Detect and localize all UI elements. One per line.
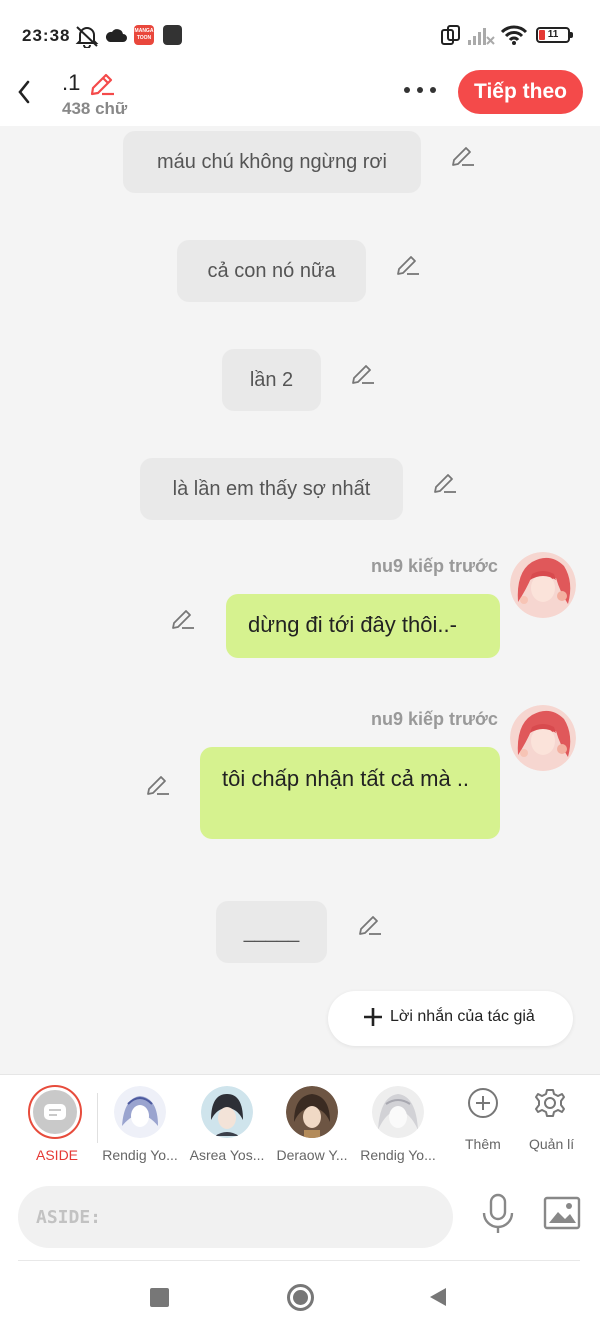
narration-bubble[interactable]: _____ xyxy=(216,901,327,963)
app-icon xyxy=(163,25,182,45)
narration-bubble[interactable]: là lần em thấy sợ nhất xyxy=(140,458,403,520)
system-nav-bar xyxy=(0,1262,600,1333)
plus-icon xyxy=(364,1008,382,1026)
add-character-icon[interactable] xyxy=(467,1087,499,1119)
aside-label: ASIDE xyxy=(36,1147,79,1163)
status-time: 23:38 xyxy=(22,26,71,45)
narration-bubble[interactable]: máu chú không ngừng rơi xyxy=(123,131,421,193)
character-avatar[interactable] xyxy=(201,1086,253,1138)
edit-title-pencil-icon[interactable] xyxy=(88,70,116,98)
narration-bubble[interactable]: lần 2 xyxy=(222,349,321,411)
top-nav: .1 438 chữ Tiếp theo xyxy=(0,70,600,126)
character-name: Deraow Y... xyxy=(276,1147,348,1163)
microphone-icon[interactable] xyxy=(478,1192,518,1236)
aside-character-button[interactable] xyxy=(28,1085,82,1139)
character-avatar[interactable] xyxy=(510,705,576,771)
character-name: Asrea Yos... xyxy=(189,1147,265,1163)
message-input[interactable] xyxy=(18,1186,453,1248)
sender-name: nu9 kiếp trước xyxy=(371,556,498,576)
chat-area[interactable]: máu chú không ngừng rơi cả con nó nữa lầ… xyxy=(0,126,600,1074)
wifi-icon xyxy=(500,25,528,45)
character-avatar[interactable] xyxy=(372,1086,424,1138)
cloud-icon xyxy=(105,29,127,42)
mangatoon-app-icon: MANGA TOON xyxy=(134,25,154,45)
edit-pencil-icon[interactable] xyxy=(170,606,196,632)
character-bubble[interactable]: dừng đi tới đây thôi..- xyxy=(226,594,500,658)
manage-label[interactable]: Quản lí xyxy=(529,1136,574,1152)
bell-muted-icon xyxy=(75,26,99,48)
edit-pencil-icon[interactable] xyxy=(357,912,383,938)
battery-icon: 11 xyxy=(536,27,573,43)
recents-button[interactable] xyxy=(150,1288,169,1307)
narration-bubble[interactable]: cả con nó nữa xyxy=(177,240,366,302)
next-button[interactable]: Tiếp theo xyxy=(458,70,583,114)
author-note-button[interactable]: Lời nhắn của tác giả xyxy=(328,991,573,1046)
character-bubble[interactable]: tôi chấp nhận tất cả mà .. xyxy=(200,747,500,839)
divider xyxy=(18,1260,580,1261)
character-name: Rendig Yo... xyxy=(360,1147,436,1163)
signal-icon xyxy=(468,28,495,45)
system-back-icon[interactable] xyxy=(428,1286,448,1308)
more-options-icon[interactable] xyxy=(400,78,440,102)
edit-pencil-icon[interactable] xyxy=(450,143,476,169)
character-bar: ASIDE Rendig Yo... Asrea Yos... Deraow Y… xyxy=(0,1074,600,1172)
home-button[interactable] xyxy=(287,1284,314,1311)
image-icon[interactable] xyxy=(543,1196,581,1230)
status-bar: 23:38 MANGA TOON 11 xyxy=(0,0,600,70)
back-arrow-icon[interactable] xyxy=(12,74,38,104)
author-note-label: Lời nhắn của tác giả xyxy=(390,1008,535,1025)
edit-pencil-icon[interactable] xyxy=(395,252,421,278)
add-character-label[interactable]: Thêm xyxy=(465,1136,501,1152)
chapter-title: .1 xyxy=(62,70,81,95)
chat-bubble-icon xyxy=(44,1104,66,1120)
gear-icon[interactable] xyxy=(534,1087,566,1119)
input-bar xyxy=(0,1172,600,1262)
sim-icon xyxy=(441,25,460,45)
edit-pencil-icon[interactable] xyxy=(432,470,458,496)
character-avatar[interactable] xyxy=(114,1086,166,1138)
edit-pencil-icon[interactable] xyxy=(350,361,376,387)
character-avatar[interactable] xyxy=(510,552,576,618)
divider xyxy=(97,1093,98,1143)
edit-pencil-icon[interactable] xyxy=(145,772,171,798)
character-name: Rendig Yo... xyxy=(102,1147,178,1163)
word-count: 438 chữ xyxy=(62,99,128,118)
character-avatar[interactable] xyxy=(286,1086,338,1138)
sender-name: nu9 kiếp trước xyxy=(371,709,498,729)
